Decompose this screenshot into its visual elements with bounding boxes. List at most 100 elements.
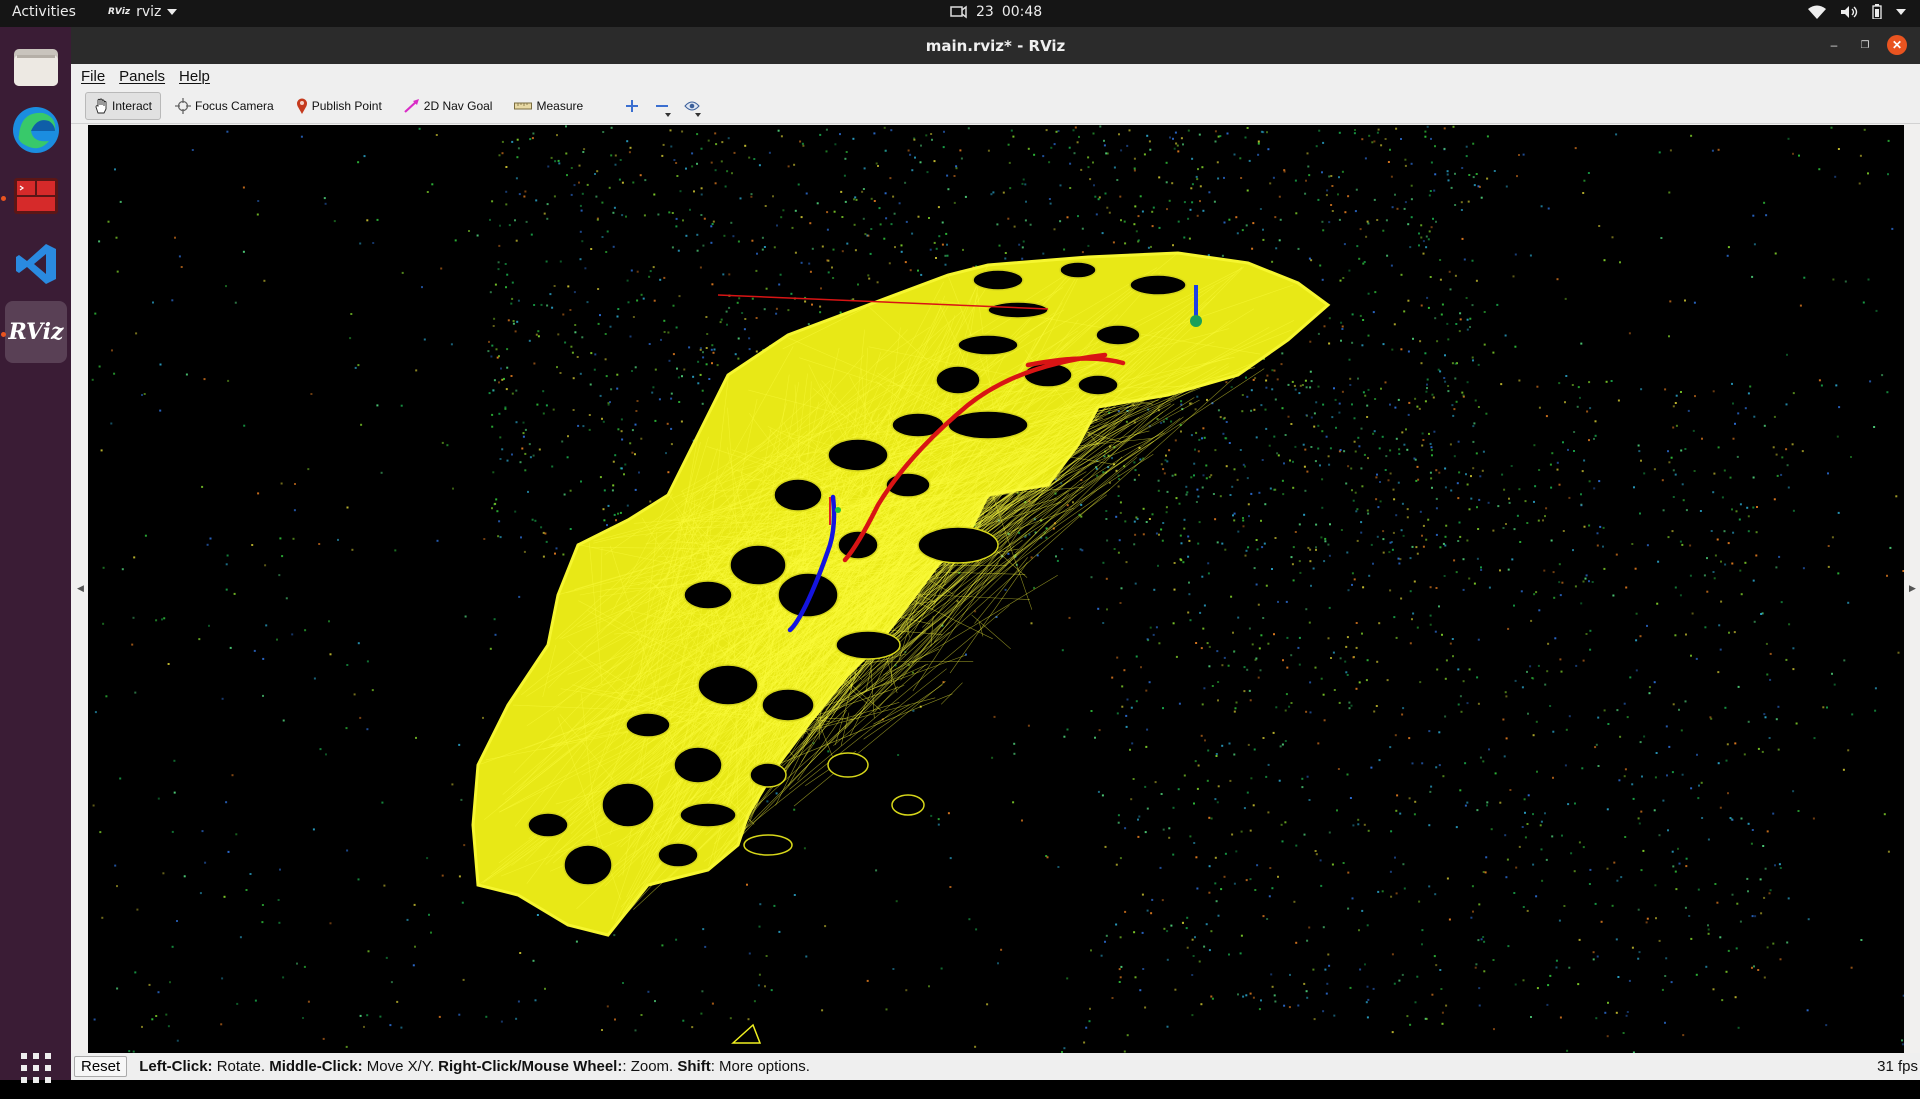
clock-time: 00:48 (1002, 4, 1042, 20)
map-pin-icon (296, 98, 308, 114)
rviz-window: main.rviz* - RViz – ❐ ✕ File Panels Help… (71, 27, 1920, 1080)
mesh-hole (528, 813, 568, 837)
add-tool-button[interactable] (617, 92, 647, 120)
show-apps-button[interactable] (5, 1037, 67, 1099)
plus-icon (625, 99, 639, 113)
chevron-down-icon (1896, 9, 1906, 15)
minus-icon (655, 99, 669, 113)
wifi-icon (1808, 5, 1826, 19)
mesh-hole (626, 713, 670, 737)
terminal-icon (14, 178, 58, 214)
ruler-icon (514, 101, 532, 111)
remove-tool-button[interactable] (647, 92, 677, 120)
mouse-hint-text: Left-Click: Rotate. Middle-Click: Move X… (139, 1058, 810, 1075)
system-tray[interactable] (1808, 4, 1906, 19)
notification-icon (950, 4, 968, 20)
close-button[interactable]: ✕ (1887, 35, 1907, 55)
view-options-button[interactable] (677, 92, 707, 120)
crosshair-icon (175, 98, 191, 114)
title-bar[interactable]: main.rviz* - RViz – ❐ ✕ (71, 27, 1920, 64)
mesh-hole (918, 527, 998, 563)
focus-camera-label: Focus Camera (195, 99, 274, 113)
folder-icon (13, 45, 59, 87)
reset-view-button[interactable]: Reset (74, 1056, 127, 1077)
nav-goal-label: 2D Nav Goal (424, 99, 493, 113)
battery-icon (1872, 4, 1882, 19)
app-menu[interactable]: RViz rviz (108, 4, 177, 20)
minimize-button[interactable]: – (1824, 35, 1844, 55)
mesh-hole (730, 545, 786, 585)
window-title: main.rviz* - RViz (71, 37, 1920, 55)
top-bar: Activities RViz rviz 23 00:48 (0, 0, 1920, 27)
measure-tool-button[interactable]: Measure (506, 92, 591, 120)
clock-date: 23 (976, 4, 994, 20)
mesh-hole (762, 689, 814, 721)
mesh-hole (674, 747, 722, 783)
mesh-hole (750, 763, 786, 787)
mesh-hole (774, 479, 822, 511)
mesh-hole (892, 795, 924, 815)
rviz-mini-icon: RViz (108, 7, 130, 17)
mesh-hole (1130, 275, 1186, 295)
menu-panels[interactable]: Panels (119, 68, 165, 85)
mesh-hole (936, 366, 980, 394)
robot-marker (835, 507, 841, 513)
hint-shift-key: Shift (677, 1058, 710, 1075)
mesh-hole (602, 783, 654, 827)
focus-camera-tool-button[interactable]: Focus Camera (167, 92, 282, 120)
mesh-hole (744, 835, 792, 855)
minimize-icon: – (1831, 38, 1838, 52)
hint-shift-val: : More options. (711, 1058, 810, 1075)
nav-goal-arrow-icon (404, 99, 420, 113)
render-viewport[interactable] (88, 125, 1904, 1053)
dock-files[interactable] (5, 35, 67, 97)
grid-icon (20, 1052, 52, 1084)
mesh-hole (836, 631, 900, 659)
edge-icon (11, 105, 61, 155)
collapse-right-arrow-icon[interactable]: ▶ (1909, 583, 1916, 594)
hint-right-key: Right-Click/Mouse Wheel: (438, 1058, 622, 1075)
dock: RViz (0, 27, 71, 1080)
maximize-button[interactable]: ❐ (1855, 35, 1875, 55)
mesh-surface (473, 253, 1328, 935)
dock-rviz[interactable]: RViz (5, 301, 67, 363)
restore-icon: ❐ (1861, 40, 1870, 51)
hint-right-val: : Zoom. (622, 1058, 677, 1075)
mesh-hole (828, 753, 868, 777)
publish-point-label: Publish Point (312, 99, 382, 113)
measure-label: Measure (536, 99, 583, 113)
interact-label: Interact (112, 99, 152, 113)
publish-point-tool-button[interactable]: Publish Point (288, 92, 390, 120)
dock-terminator[interactable] (5, 165, 67, 227)
mesh-hole (684, 581, 732, 609)
interact-tool-button[interactable]: Interact (85, 92, 161, 120)
mesh-hole (988, 302, 1048, 318)
close-icon: ✕ (1892, 38, 1902, 52)
eye-icon (684, 100, 700, 112)
mesh-hole (658, 843, 698, 867)
dock-edge[interactable] (5, 99, 67, 161)
chevron-down-icon (167, 9, 177, 15)
nav-goal-tool-button[interactable]: 2D Nav Goal (396, 92, 501, 120)
menu-help[interactable]: Help (179, 68, 210, 85)
hint-middle-key: Middle-Click: (269, 1058, 362, 1075)
menu-bar: File Panels Help (71, 64, 1920, 88)
menu-file[interactable]: File (81, 68, 105, 85)
mesh-hole (973, 270, 1023, 290)
mesh-hole (680, 803, 736, 827)
fps-counter: 31 fps (1877, 1058, 1918, 1075)
running-indicator (1, 332, 6, 337)
running-indicator (1, 196, 6, 201)
app-menu-label: rviz (136, 4, 161, 20)
clock[interactable]: 23 00:48 (950, 4, 1042, 20)
dropdown-arrow-icon (695, 113, 701, 117)
dock-vscode[interactable] (5, 233, 67, 295)
rviz-icon: RViz (8, 319, 63, 345)
vscode-icon (14, 242, 58, 286)
activities-button[interactable]: Activities (12, 4, 76, 20)
volume-icon (1840, 5, 1858, 19)
collapse-left-arrow-icon[interactable]: ◀ (77, 583, 84, 594)
hand-cursor-icon (94, 98, 108, 114)
mesh-hole (564, 845, 612, 885)
hint-left-val: Rotate. (213, 1058, 270, 1075)
